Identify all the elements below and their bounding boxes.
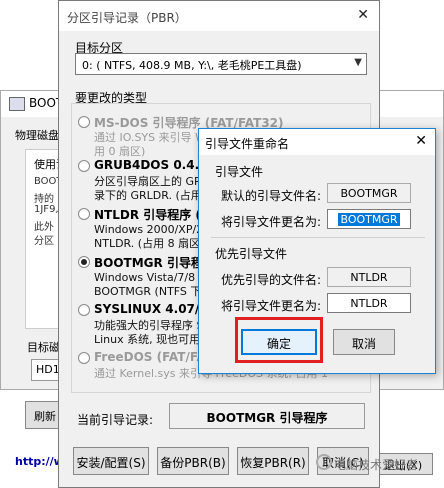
default-name-label: 默认的引导文件名: — [221, 189, 322, 203]
boot-file-section-label: 引导文件 — [215, 165, 264, 179]
radio-button[interactable] — [78, 304, 90, 316]
tab-physical-disk[interactable]: 物理磁盘 — [15, 127, 59, 143]
usage-line: 此外 — [34, 222, 54, 233]
pbr-title-bar: 分区引导记录（PBR） ✕ — [59, 1, 379, 31]
divider — [211, 237, 425, 238]
radio-button-selected[interactable] — [78, 256, 90, 268]
target-partition-value: 0: ( NTFS, 408.9 MB, Y:\, 老毛桃PE工具盘) — [82, 59, 302, 72]
close-icon[interactable]: ✕ — [357, 7, 369, 23]
pbr-dialog-title: 分区引导记录（PBR） — [67, 11, 187, 25]
current-record-label: 当前引导记录: — [77, 413, 154, 427]
radio-button[interactable] — [78, 160, 90, 172]
priority-name-label: 优先引导的文件名: — [221, 273, 322, 287]
website-link[interactable]: http://w — [15, 455, 64, 468]
usage-line: 分区 — [34, 236, 54, 247]
priority-rename-label: 将引导文件更名为: — [221, 299, 322, 313]
priority-section-label: 优先引导文件 — [215, 247, 288, 261]
usage-line: 持的 — [34, 194, 54, 205]
close-icon[interactable]: ✕ — [415, 133, 427, 149]
rename-to-value: BOOTMGR — [338, 213, 400, 226]
current-record-value: BOOTMGR 引导程序 — [169, 403, 365, 429]
backup-pbr-button[interactable]: 备份PBR(B) — [157, 447, 229, 475]
rename-cancel-button[interactable]: 取消 — [333, 329, 395, 355]
target-partition-select[interactable]: 0: ( NTFS, 408.9 MB, Y:\, 老毛桃PE工具盘) ▼ — [75, 53, 367, 75]
rename-title-bar: 引导文件重命名 ✕ — [199, 129, 435, 155]
restore-pbr-button[interactable]: 恢复PBR(R) — [237, 447, 309, 475]
app-icon — [9, 97, 25, 111]
rename-to-input[interactable]: BOOTMGR — [327, 209, 411, 229]
rename-dialog: 引导文件重命名 ✕ 引导文件 默认的引导文件名: BOOTMGR 将引导文件更名… — [198, 128, 436, 374]
default-name-field: BOOTMGR — [327, 183, 411, 203]
target-disk-label: 目标磁 — [27, 341, 60, 354]
usage-line: 1JF9, — [34, 204, 59, 215]
chevron-down-icon: ▼ — [354, 57, 362, 68]
priority-rename-input[interactable]: NTLDR — [327, 293, 411, 313]
radio-button — [78, 352, 90, 364]
watermark-text: 电脑技术爱好者 — [334, 458, 419, 472]
watermark-icon — [316, 454, 332, 470]
install-button[interactable]: 安装/配置(S) — [73, 447, 149, 475]
radio-button — [78, 116, 90, 128]
ok-button[interactable]: 确定 — [241, 329, 317, 355]
rename-to-label: 将引导文件更名为: — [221, 215, 322, 229]
radio-button[interactable] — [78, 208, 90, 220]
rename-dialog-title: 引导文件重命名 — [205, 137, 290, 151]
priority-name-field: NTLDR — [327, 267, 411, 287]
